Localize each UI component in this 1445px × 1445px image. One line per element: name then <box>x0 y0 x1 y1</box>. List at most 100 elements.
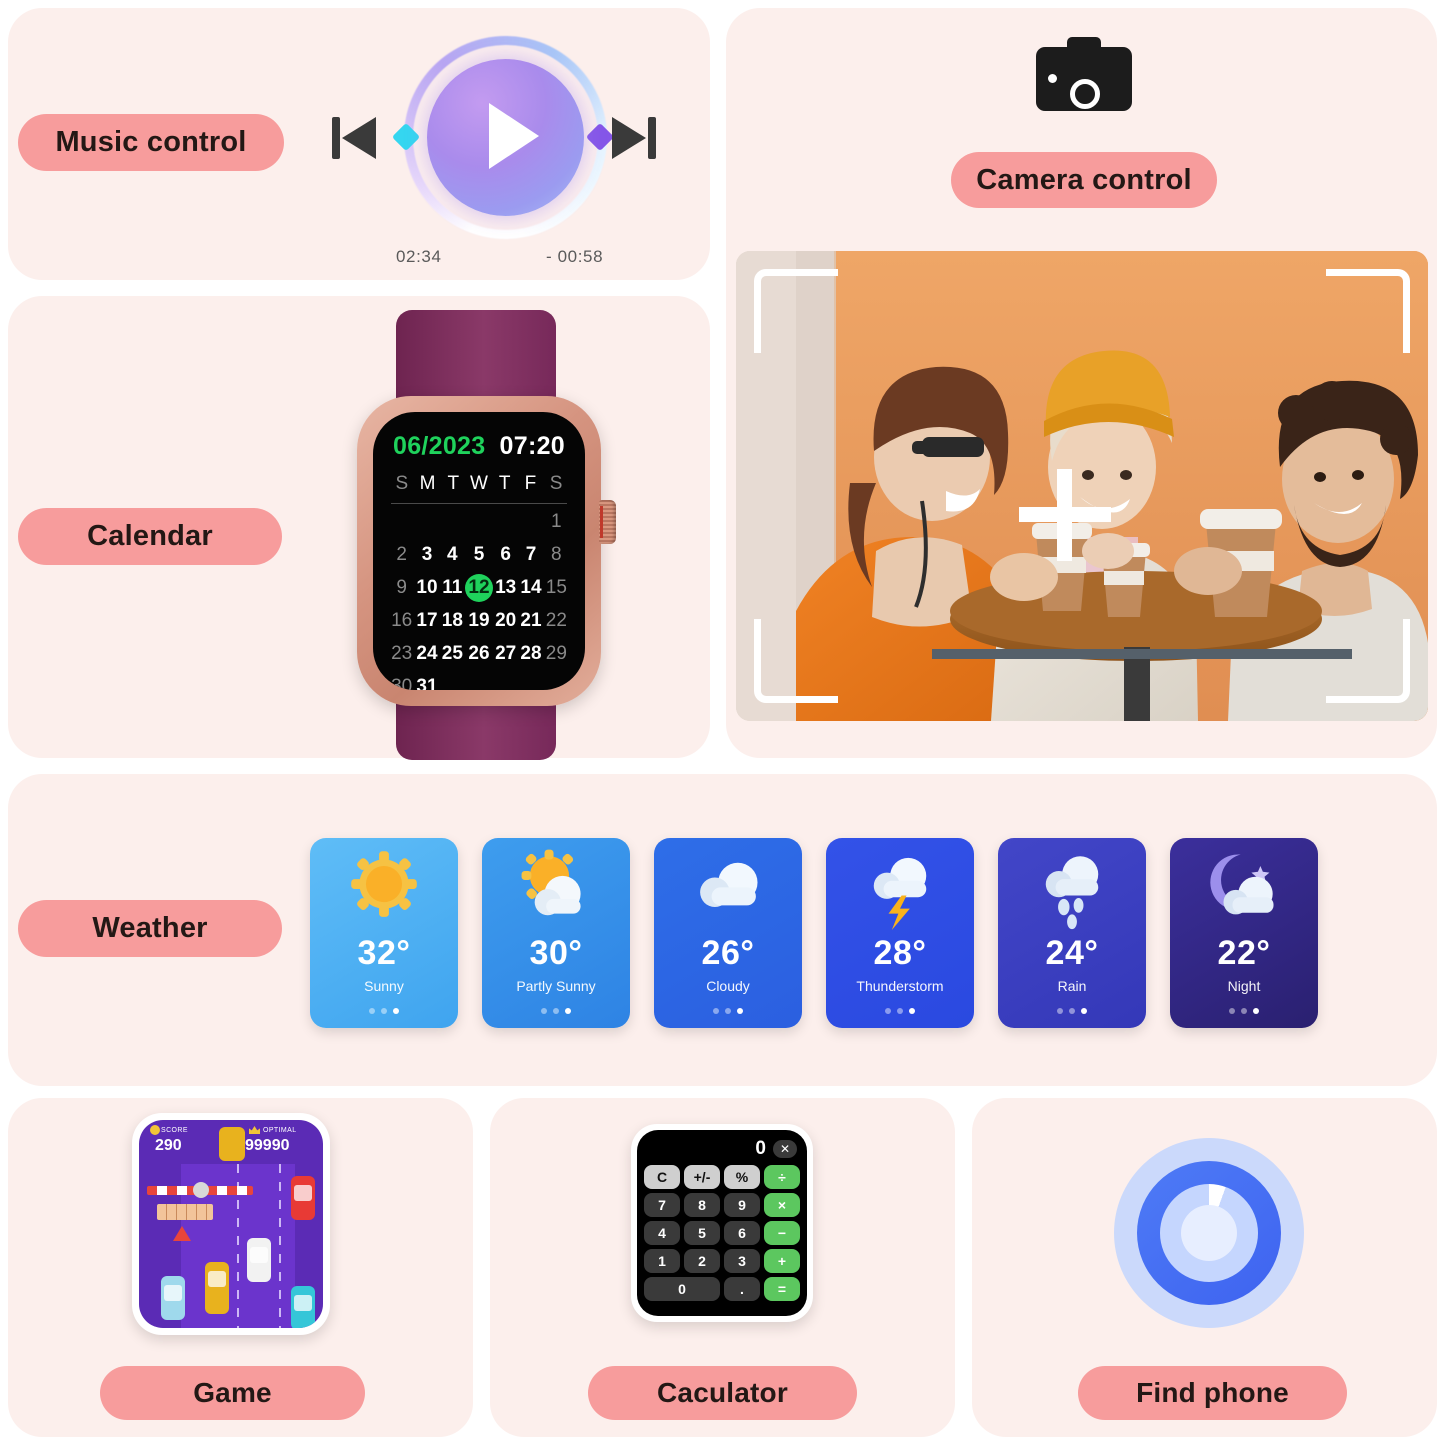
calendar-day[interactable]: 16 <box>389 607 414 635</box>
calculator-key[interactable]: 3 <box>724 1249 760 1273</box>
calculator-key[interactable]: 2 <box>684 1249 720 1273</box>
weather-card[interactable]: 32° Sunny <box>310 838 458 1028</box>
sun-cloud-icon <box>482 848 630 930</box>
backspace-icon[interactable]: ✕ <box>773 1140 797 1158</box>
game-car-cyan <box>291 1286 315 1328</box>
calculator-key[interactable]: C <box>644 1165 680 1189</box>
calendar-day-empty <box>389 508 414 536</box>
calendar-day[interactable]: 18 <box>440 607 465 635</box>
label-camera-control: Camera control <box>951 152 1217 208</box>
calendar-day-grid[interactable]: 1 2 3 4 5 6 7 8 9 10 11 12 13 14 15 16 17 18 19 20 21 22 23 24 2… <box>387 508 571 690</box>
calculator-key[interactable]: 0 <box>644 1277 720 1301</box>
game-barrier-knob <box>193 1182 209 1198</box>
calendar-day[interactable]: 10 <box>414 574 439 602</box>
crown-icon <box>249 1126 260 1134</box>
game-screen[interactable]: SCORE 290 OPTIMAL 99990 <box>139 1120 323 1328</box>
calendar-day[interactable]: 13 <box>493 574 518 602</box>
label-calendar: Calendar <box>18 508 282 565</box>
calendar-day[interactable]: 23 <box>389 640 414 668</box>
calculator-key[interactable]: . <box>724 1277 760 1301</box>
weather-temperature: 22° <box>1217 934 1271 972</box>
calculator-key[interactable]: 1 <box>644 1249 680 1273</box>
calculator-key[interactable]: +/- <box>684 1165 720 1189</box>
sun-icon <box>310 848 458 930</box>
calculator-key[interactable]: 4 <box>644 1221 680 1245</box>
calendar-day[interactable]: 1 <box>544 508 569 536</box>
calendar-day[interactable]: 20 <box>493 607 518 635</box>
calendar-day[interactable]: 29 <box>544 640 569 668</box>
calculator-key[interactable]: = <box>764 1277 800 1301</box>
skip-previous-icon[interactable] <box>332 117 376 159</box>
calculator-display: 0 ✕ <box>644 1136 800 1162</box>
game-hero-car-icon <box>219 1127 245 1161</box>
calendar-day[interactable]: 31 <box>414 673 439 690</box>
weather-card[interactable]: 24° Rain <box>998 838 1146 1028</box>
watch-crown[interactable] <box>599 500 616 544</box>
camera-viewfinder-photo[interactable] <box>736 251 1428 721</box>
skip-next-icon[interactable] <box>612 117 656 159</box>
camera-icon <box>1036 33 1132 111</box>
calendar-day[interactable]: 12 <box>465 574 493 602</box>
game-car-player[interactable] <box>205 1262 229 1314</box>
cloud-icon <box>654 848 802 930</box>
calendar-weekday: S <box>549 473 563 494</box>
calendar-day[interactable]: 22 <box>544 607 569 635</box>
game-bricks <box>157 1204 213 1220</box>
calendar-day[interactable]: 11 <box>440 574 465 602</box>
watch-screen[interactable]: 06/2023 07:20 SMTWTFS 1 2 3 4 5 6 7 8 9 10 11 12 13 1… <box>373 412 585 690</box>
calendar-day[interactable]: 6 <box>493 541 518 569</box>
calculator-key[interactable]: ÷ <box>764 1165 800 1189</box>
calculator-key[interactable]: 5 <box>684 1221 720 1245</box>
weather-card[interactable]: 28° Thunderstorm <box>826 838 974 1028</box>
radar-icon[interactable] <box>1114 1138 1304 1328</box>
calendar-divider <box>391 503 567 504</box>
calendar-day[interactable]: 28 <box>518 640 543 668</box>
play-button[interactable] <box>427 59 584 216</box>
calendar-day[interactable]: 7 <box>518 541 543 569</box>
calendar-day[interactable]: 14 <box>518 574 543 602</box>
calculator-key[interactable]: % <box>724 1165 760 1189</box>
calendar-day[interactable]: 2 <box>389 541 414 569</box>
calendar-day[interactable]: 9 <box>389 574 414 602</box>
calendar-day[interactable]: 30 <box>389 673 414 690</box>
calendar-day-empty <box>493 673 518 690</box>
calendar-day[interactable]: 21 <box>518 607 543 635</box>
calendar-day[interactable]: 3 <box>414 541 439 569</box>
calculator-key[interactable]: 9 <box>724 1193 760 1217</box>
calendar-day[interactable]: 27 <box>493 640 518 668</box>
calendar-day-empty <box>544 673 569 690</box>
viewfinder-bracket-top-left <box>754 269 838 353</box>
weather-card[interactable]: 30° Partly Sunny <box>482 838 630 1028</box>
weather-card[interactable]: 26° Cloudy <box>654 838 802 1028</box>
calendar-day[interactable]: 4 <box>440 541 465 569</box>
calendar-weekday: T <box>498 473 511 494</box>
calculator-key[interactable]: − <box>764 1221 800 1245</box>
calendar-day[interactable]: 19 <box>465 607 493 635</box>
game-car-red <box>291 1176 315 1220</box>
calendar-day-empty <box>465 673 493 690</box>
calendar-day[interactable]: 8 <box>544 541 569 569</box>
calendar-day[interactable]: 17 <box>414 607 439 635</box>
calendar-day[interactable]: 5 <box>465 541 493 569</box>
calculator-key[interactable]: × <box>764 1193 800 1217</box>
calendar-day[interactable]: 24 <box>414 640 439 668</box>
calculator-key[interactable]: 8 <box>684 1193 720 1217</box>
weather-card[interactable]: 22° Night <box>1170 838 1318 1028</box>
game-best-label: OPTIMAL <box>263 1127 297 1134</box>
weather-page-dots <box>998 1008 1146 1014</box>
calculator-key[interactable]: 7 <box>644 1193 680 1217</box>
game-car-white <box>247 1238 271 1282</box>
calendar-day[interactable]: 15 <box>544 574 569 602</box>
calendar-day[interactable]: 26 <box>465 640 493 668</box>
calculator-screen[interactable]: 0 ✕ C +/-% ÷ 7 8 9 × 4 5 6− 1 2 3 +0. = <box>637 1130 807 1316</box>
weather-card-list: 32° Sunny 30° Partly Sunny 26° Cloudy 28° Thund… <box>310 838 1420 1028</box>
label-music-control: Music control <box>18 114 284 171</box>
calendar-day[interactable]: 25 <box>440 640 465 668</box>
label-game: Game <box>100 1366 365 1420</box>
weather-page-dots <box>826 1008 974 1014</box>
calculator-key[interactable]: 6 <box>724 1221 760 1245</box>
calculator-key[interactable]: + <box>764 1249 800 1273</box>
product-feature-page: 02:34 - 00:58 Music control Camera contr… <box>0 0 1445 1445</box>
label-weather: Weather <box>18 900 282 957</box>
calendar-weekday: F <box>524 473 537 494</box>
